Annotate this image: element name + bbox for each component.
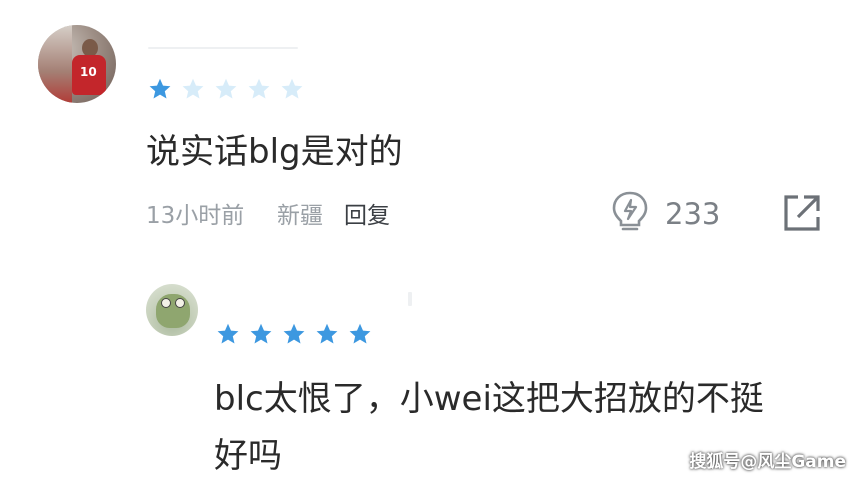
star-empty-icon bbox=[182, 78, 204, 99]
star-empty-icon bbox=[281, 78, 303, 99]
reply-button[interactable]: 回复 bbox=[344, 196, 390, 230]
comment-time: 13小时前 bbox=[146, 203, 245, 229]
comment-text: 说实话blg是对的 bbox=[146, 132, 403, 172]
like-icon[interactable] bbox=[610, 190, 650, 238]
username-placeholder bbox=[148, 47, 298, 49]
avatar-shirt-number: 10 bbox=[80, 65, 97, 79]
star-filled-icon bbox=[250, 323, 272, 344]
star-filled-icon bbox=[283, 323, 305, 344]
star-filled-icon bbox=[149, 78, 171, 99]
star-empty-icon bbox=[248, 78, 270, 99]
star-filled-icon bbox=[349, 323, 371, 344]
avatar-eye-right bbox=[175, 298, 185, 308]
star-empty-icon bbox=[215, 78, 237, 99]
username-placeholder-2 bbox=[408, 292, 412, 306]
reply-text-line1: blc太恨了，小wei这把大招放的不挺 bbox=[214, 379, 764, 419]
avatar-background bbox=[38, 25, 72, 103]
avatar-eye-left bbox=[161, 298, 171, 308]
star-filled-icon bbox=[316, 323, 338, 344]
share-icon[interactable] bbox=[781, 192, 823, 238]
avatar-user1[interactable]: 10 bbox=[38, 25, 116, 103]
like-count: 233 bbox=[665, 197, 721, 231]
rating-stars-user1 bbox=[148, 77, 304, 101]
rating-stars-user2 bbox=[216, 322, 372, 346]
avatar-user2[interactable] bbox=[146, 284, 198, 336]
star-filled-icon bbox=[217, 323, 239, 344]
comment-location: 新疆 bbox=[277, 203, 323, 229]
watermark: 搜狐号@风尘Game bbox=[689, 452, 846, 472]
reply-text-line2: 好吗 bbox=[214, 436, 282, 476]
